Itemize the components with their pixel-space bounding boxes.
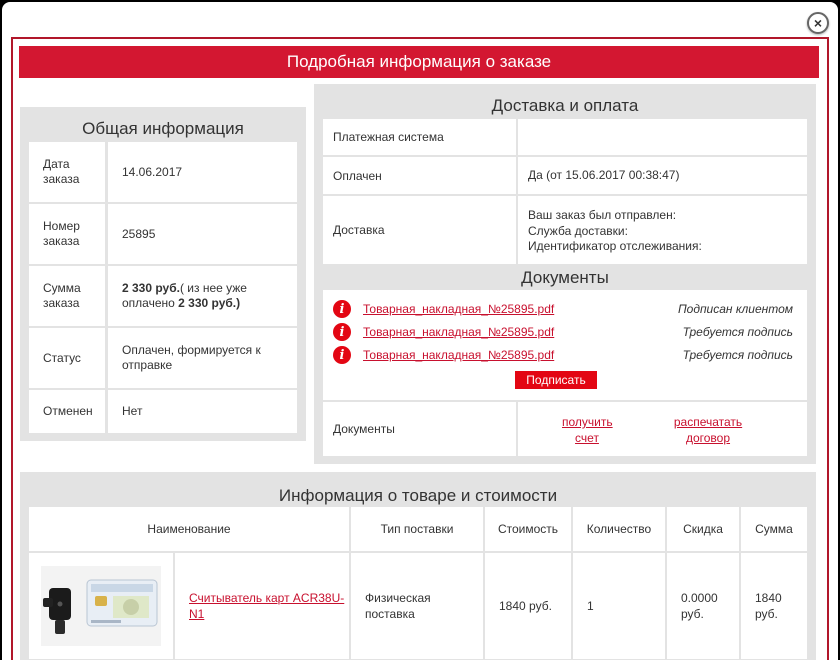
shipping-service-line: Служба доставки: bbox=[528, 223, 628, 238]
product-delivery-type: Физическая поставка bbox=[365, 591, 431, 621]
product-sum: 1840 руб. bbox=[755, 591, 782, 621]
document-link[interactable]: Товарная_накладная_№25895.pdf bbox=[363, 302, 554, 316]
documents-row-label: Документы bbox=[323, 402, 516, 456]
documents-list: i Товарная_накладная_№25895.pdf Подписан… bbox=[323, 290, 807, 400]
product-image-cell bbox=[29, 553, 173, 659]
product-discount: 0.0000 руб. bbox=[681, 591, 718, 621]
order-date-label-text: Дата заказа bbox=[43, 157, 80, 186]
payment-system-label-text: Платежная система bbox=[333, 130, 444, 144]
order-cancelled-label-text: Отменен bbox=[43, 404, 93, 418]
col-header-delivery-type: Тип поставки bbox=[351, 507, 483, 551]
order-cancelled-value: Нет bbox=[108, 390, 297, 433]
dialog-title: Подробная информация о заказе bbox=[19, 46, 819, 78]
order-cancelled-label: Отменен bbox=[29, 390, 105, 433]
print-contract-link[interactable]: распечатать договор bbox=[670, 414, 746, 446]
col-header-price: Стоимость bbox=[485, 507, 571, 551]
document-item: i Товарная_накладная_№25895.pdf Подписан… bbox=[333, 299, 793, 319]
document-link[interactable]: Товарная_накладная_№25895.pdf bbox=[363, 325, 554, 339]
product-name-link[interactable]: Считыватель карт ACR38U-N1 bbox=[189, 590, 349, 622]
col-header-discount: Скидка bbox=[667, 507, 739, 551]
card-reader-image[interactable] bbox=[41, 566, 161, 646]
shipping-value: Ваш заказ был отправлен: Служба доставки… bbox=[518, 196, 807, 264]
document-item: i Товарная_накладная_№25895.pdf Требуетс… bbox=[333, 322, 793, 342]
order-date-label: Дата заказа bbox=[29, 142, 105, 202]
product-sum-cell: 1840 руб. bbox=[741, 553, 807, 659]
general-info-panel: Общая информация Дата заказа 14.06.2017 … bbox=[20, 107, 306, 441]
document-status: Подписан клиентом bbox=[677, 302, 793, 316]
paid-value: Да (от 15.06.2017 00:38:47) bbox=[518, 157, 807, 194]
order-sum-amount: 2 330 руб. bbox=[122, 281, 180, 295]
order-sum-value: 2 330 руб.( из нее уже оплачено 2 330 ру… bbox=[108, 266, 297, 326]
order-status-label-text: Статус bbox=[43, 350, 81, 365]
shipping-tracking-line: Идентификатор отслеживания: bbox=[528, 239, 702, 253]
product-discount-cell: 0.0000 руб. bbox=[667, 553, 739, 659]
close-icon[interactable]: × bbox=[807, 12, 829, 34]
print-contract-link-line2: договор bbox=[685, 431, 731, 445]
shipping-label-text: Доставка bbox=[333, 223, 385, 237]
shipping-label: Доставка bbox=[323, 196, 516, 264]
product-name-cell: Считыватель карт ACR38U-N1 bbox=[175, 553, 349, 659]
sign-button[interactable]: Подписать bbox=[515, 371, 597, 389]
order-status-label: Статус bbox=[29, 328, 105, 388]
product-price-cell: 1840 руб. bbox=[485, 553, 571, 659]
document-status: Требуется подпись bbox=[682, 348, 793, 362]
print-contract-link-line1: распечатать bbox=[673, 415, 743, 429]
order-details-dialog: × Подробная информация о заказе Общая ин… bbox=[2, 2, 838, 660]
order-sum-label: Сумма заказа bbox=[29, 266, 105, 326]
get-invoice-link-line1: получить bbox=[562, 415, 613, 429]
products-title: Информация о товаре и стоимости bbox=[278, 486, 558, 505]
document-status: Требуется подпись bbox=[682, 325, 793, 339]
order-number-label-text: Номер заказа bbox=[43, 219, 80, 248]
product-qty-cell: 1 bbox=[573, 553, 665, 659]
shipping-status-line: Ваш заказ был отправлен: bbox=[528, 208, 677, 222]
order-status-value-text: Оплачен, формируется к отправке bbox=[122, 343, 261, 372]
paid-label: Оплачен bbox=[323, 157, 516, 194]
order-date-value: 14.06.2017 bbox=[108, 142, 297, 202]
product-delivery-type-cell: Физическая поставка bbox=[351, 553, 483, 659]
warning-icon: i bbox=[333, 323, 351, 341]
products-panel: Информация о товаре и стоимости Наименов… bbox=[20, 472, 816, 660]
get-invoice-link[interactable]: получить счет bbox=[562, 414, 613, 446]
order-status-value: Оплачен, формируется к отправке bbox=[108, 328, 297, 388]
payment-system-value bbox=[518, 119, 807, 155]
product-qty: 1 bbox=[587, 599, 594, 613]
order-sum-label-text: Сумма заказа bbox=[43, 281, 81, 310]
order-number-value-text: 25895 bbox=[122, 226, 156, 241]
document-link[interactable]: Товарная_накладная_№25895.pdf bbox=[363, 348, 554, 362]
document-item: i Товарная_накладная_№25895.pdf Требуетс… bbox=[333, 345, 793, 365]
col-header-qty: Количество bbox=[573, 507, 665, 551]
get-invoice-link-line2: счет bbox=[575, 431, 599, 445]
order-number-label: Номер заказа bbox=[29, 204, 105, 264]
paid-value-text: Да (от 15.06.2017 00:38:47) bbox=[528, 168, 680, 182]
delivery-title: Доставка и оплата bbox=[491, 96, 639, 115]
col-header-sum: Сумма bbox=[741, 507, 807, 551]
order-sum-paid-amount: 2 330 руб.) bbox=[178, 296, 241, 310]
order-date-value-text: 14.06.2017 bbox=[122, 164, 183, 179]
paid-label-text: Оплачен bbox=[333, 168, 382, 183]
warning-icon: i bbox=[333, 346, 351, 364]
order-cancelled-value-text: Нет bbox=[122, 404, 143, 418]
order-number-value: 25895 bbox=[108, 204, 297, 264]
delivery-panel: Доставка и оплата Платежная система Опла… bbox=[314, 84, 816, 464]
product-price: 1840 руб. bbox=[499, 599, 552, 613]
documents-row-links: получить счет распечатать договор bbox=[518, 402, 807, 456]
warning-icon: i bbox=[333, 300, 351, 318]
general-info-title: Общая информация bbox=[82, 119, 244, 138]
documents-row-label-text: Документы bbox=[333, 422, 395, 436]
documents-title: Документы bbox=[521, 268, 609, 287]
payment-system-label: Платежная система bbox=[323, 119, 516, 155]
col-header-name: Наименование bbox=[29, 507, 349, 551]
order-sum-value-text: 2 330 руб.( из нее уже оплачено 2 330 ру… bbox=[122, 281, 289, 311]
